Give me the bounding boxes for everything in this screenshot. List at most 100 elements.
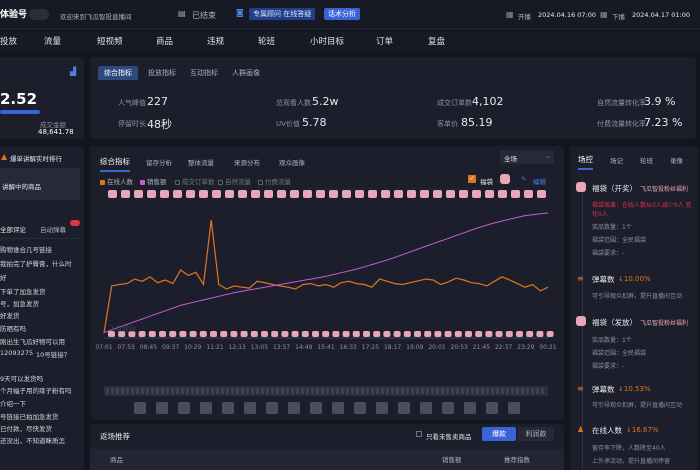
- legend-sales[interactable]: 销售额: [140, 176, 167, 186]
- x-tick-label: 17:25: [362, 344, 379, 351]
- event-line: 奖品数量：1个: [592, 337, 632, 344]
- timeline-tick: [306, 388, 309, 394]
- explaining-product[interactable]: 讲解中的商品: [2, 181, 41, 191]
- speech-analysis-button[interactable]: 话术分析: [324, 8, 360, 20]
- tab-shift[interactable]: 轮班: [640, 155, 653, 165]
- tab-interaction[interactable]: 互动指标: [184, 66, 224, 80]
- tab-auto-danmu[interactable]: 自动弹幕: [40, 224, 66, 234]
- account-title: 体验号: [0, 10, 28, 20]
- edit-button[interactable]: 编辑: [533, 176, 546, 186]
- left-comments-panel: ▲ 爆单讲解实时排行 讲解中的商品 全部评论 自动弹幕 购物谁合几号链接 我拍完…: [0, 146, 84, 470]
- hot-button[interactable]: 爆款: [482, 427, 516, 441]
- event-marker: [526, 331, 534, 337]
- chart-icon[interactable]: ▟: [70, 67, 76, 76]
- nav-item[interactable]: 小时目标: [310, 35, 344, 47]
- tab-ads[interactable]: 投放指标: [142, 66, 182, 80]
- chart-panel: 综合指标 留存分析 整体流量 来源分布 观众画像 全场 ⌄ 在线人数 销售额 成…: [90, 146, 564, 420]
- nav-item[interactable]: 流量: [44, 35, 61, 47]
- tab-audience[interactable]: 人群画像: [226, 66, 266, 80]
- timeline-tick: [156, 388, 159, 394]
- timeline-tick: [231, 388, 234, 394]
- timeline-tick: [136, 388, 139, 394]
- legend-natural[interactable]: 自然流量: [218, 176, 251, 186]
- nav-item[interactable]: 商品: [156, 35, 173, 47]
- nav-item[interactable]: 投放: [0, 35, 17, 47]
- tab-control[interactable]: 场控: [578, 154, 593, 170]
- table-header: 商品 销售额 推荐指数: [90, 449, 564, 470]
- comment-item: 我拍完了护臀膏，什么时: [0, 260, 72, 268]
- left-stats-panel: ▟ 2.52 成交金额 48,641.78: [0, 57, 84, 139]
- end-label: 下播: [612, 13, 625, 21]
- event-title: 弹幕数: [592, 385, 615, 394]
- timeline-tick: [206, 388, 209, 394]
- thumbnail: [332, 402, 344, 414]
- nav-item[interactable]: 订单: [376, 35, 393, 47]
- edit-icon[interactable]: ✎: [521, 175, 526, 183]
- fudai-marker: [342, 190, 351, 198]
- timeline-tick: [366, 388, 369, 394]
- tab-recording[interactable]: 录像: [670, 155, 683, 165]
- event-line: 奖品数量：1个: [592, 224, 632, 231]
- timeline-tick: [266, 388, 269, 394]
- fudai-marker: [186, 190, 195, 198]
- fudai-marker: [199, 190, 208, 198]
- col-index[interactable]: 推荐指数: [504, 454, 530, 464]
- event-marker: [179, 331, 187, 337]
- metric-label: UV价值: [276, 120, 300, 128]
- profit-button[interactable]: 利润款: [518, 427, 554, 441]
- range-select[interactable]: 全场 ⌄: [500, 150, 554, 164]
- tab-overall[interactable]: 综合指标: [98, 66, 138, 80]
- event-marker: [312, 331, 319, 337]
- legend-online[interactable]: 在线人数: [100, 176, 133, 186]
- timeline-tick: [486, 388, 489, 394]
- metric-value: 5.2w: [312, 95, 339, 108]
- legend-orders[interactable]: 成交订单数: [175, 176, 215, 186]
- chart-tab-viewers[interactable]: 观众画像: [279, 157, 305, 167]
- event-marker: [444, 331, 452, 337]
- timeline-tick: [401, 388, 404, 394]
- fudai-marker: [459, 190, 468, 198]
- timeline-tick: [321, 388, 324, 394]
- chart-tab-source[interactable]: 来源分布: [234, 157, 260, 167]
- unsold-checkbox[interactable]: [416, 431, 422, 437]
- legend-paid[interactable]: 付费流量: [258, 176, 291, 186]
- amount-value: 48,641.78: [38, 128, 74, 136]
- thumbnail: [134, 402, 146, 414]
- chart-tab-traffic[interactable]: 整体流量: [188, 157, 214, 167]
- tab-all-comments[interactable]: 全部评论: [0, 224, 26, 234]
- event-marker: [220, 331, 228, 337]
- avatar[interactable]: [29, 9, 49, 20]
- event-line: 留存率下降，人数降至40人: [592, 445, 666, 452]
- event-marker: [516, 331, 523, 337]
- fudai-checkbox[interactable]: ✓: [468, 175, 476, 183]
- thumbnail: [398, 402, 410, 414]
- timeline-tick: [536, 388, 539, 394]
- series-sales-line: [103, 212, 549, 334]
- timeline-tick: [451, 388, 454, 394]
- thumbnail: [486, 402, 498, 414]
- bag-icon: [500, 174, 510, 184]
- nav-item[interactable]: 轮班: [258, 35, 275, 47]
- chart-tab-overall[interactable]: 综合指标: [100, 156, 130, 172]
- chart-tab-retention[interactable]: 留存分析: [146, 157, 172, 167]
- unsold-filter[interactable]: 只看未售卖商品: [426, 431, 472, 441]
- x-tick-label: 11:21: [206, 344, 223, 351]
- timeline-tick: [276, 388, 279, 394]
- event-marker: [454, 331, 462, 337]
- fudai-marker: [290, 190, 299, 198]
- advisor-tag[interactable]: 专属顾问 在线答疑: [249, 8, 316, 20]
- nav-item[interactable]: 违规: [207, 35, 224, 47]
- bag-icon: [576, 316, 586, 326]
- thumbnail: [222, 402, 234, 414]
- tab-notes[interactable]: 场记: [610, 155, 623, 165]
- event-marker: [159, 331, 166, 337]
- timeline-tick: [141, 388, 144, 394]
- line-chart[interactable]: 07:01 07:53 08:45 09:37 10:29 11:21 12:13 13:05…: [90, 190, 564, 420]
- nav-item[interactable]: 短视频: [97, 35, 123, 47]
- recommend-title: 返场推荐: [100, 432, 130, 441]
- x-tick-label: 08:45: [140, 344, 157, 351]
- event-tag: 飞瓜智投粉丝福利: [640, 320, 689, 327]
- nav-item[interactable]: 复盘: [428, 35, 445, 47]
- timeline-tick: [281, 388, 284, 394]
- fudai-marker: [485, 190, 494, 198]
